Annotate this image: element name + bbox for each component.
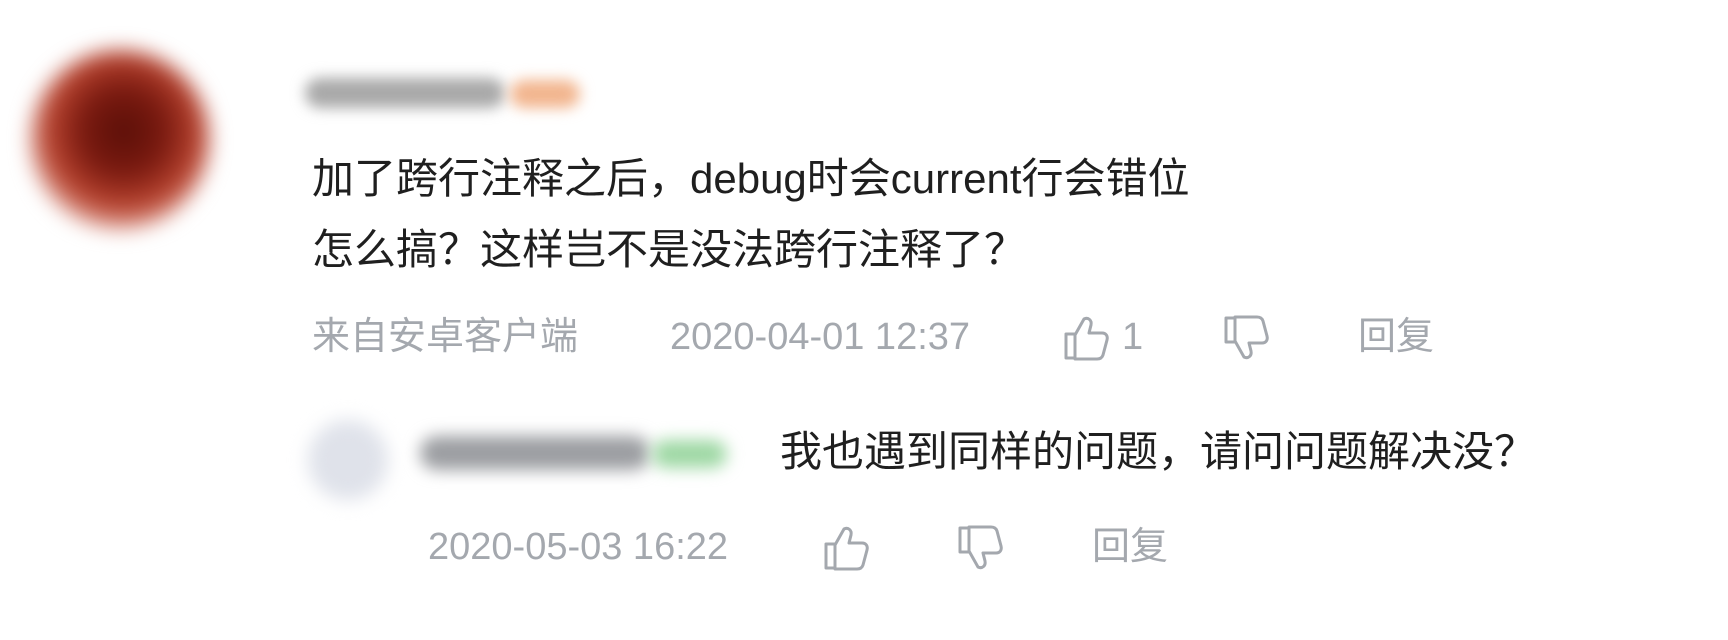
commenter-avatar[interactable] (30, 50, 210, 230)
commenter-name-redacted[interactable] (305, 72, 605, 116)
reply-text: 我也遇到同样的问题，请问问题解决没？ (780, 428, 1537, 475)
commenter-name-blur (305, 78, 505, 108)
replier-badge-blur (652, 440, 727, 468)
comment-like-count: 1 (1122, 316, 1144, 358)
replier-avatar[interactable] (308, 420, 388, 500)
reply-like-button[interactable] (822, 522, 872, 572)
reply-timestamp: 2020-05-03 16:22 (428, 526, 729, 568)
comment-like-button[interactable]: 1 (1062, 312, 1143, 362)
commenter-badge-blur (510, 80, 580, 108)
comment-dislike-button[interactable] (1222, 314, 1272, 364)
comment-timestamp: 2020-04-01 12:37 (670, 316, 971, 358)
replier-name-redacted[interactable] (420, 428, 740, 478)
comment-reply-button[interactable]: 回复 (1358, 314, 1434, 360)
reply-dislike-button[interactable] (956, 524, 1006, 574)
thumbs-down-icon (1224, 315, 1269, 360)
comment-text-line-1: 加了跨行注释之后，debug时会current行会错位 (312, 155, 1190, 202)
comment-text-line-2: 怎么搞？这样岂不是没法跨行注释了？ (312, 226, 1027, 273)
thumbs-up-icon (1064, 316, 1109, 361)
reply-reply-button[interactable]: 回复 (1092, 524, 1168, 570)
thumbs-down-icon (958, 525, 1003, 570)
comment-source: 来自安卓客户端 (312, 316, 579, 358)
thumbs-up-icon (824, 526, 869, 571)
replier-name-blur (420, 436, 650, 470)
